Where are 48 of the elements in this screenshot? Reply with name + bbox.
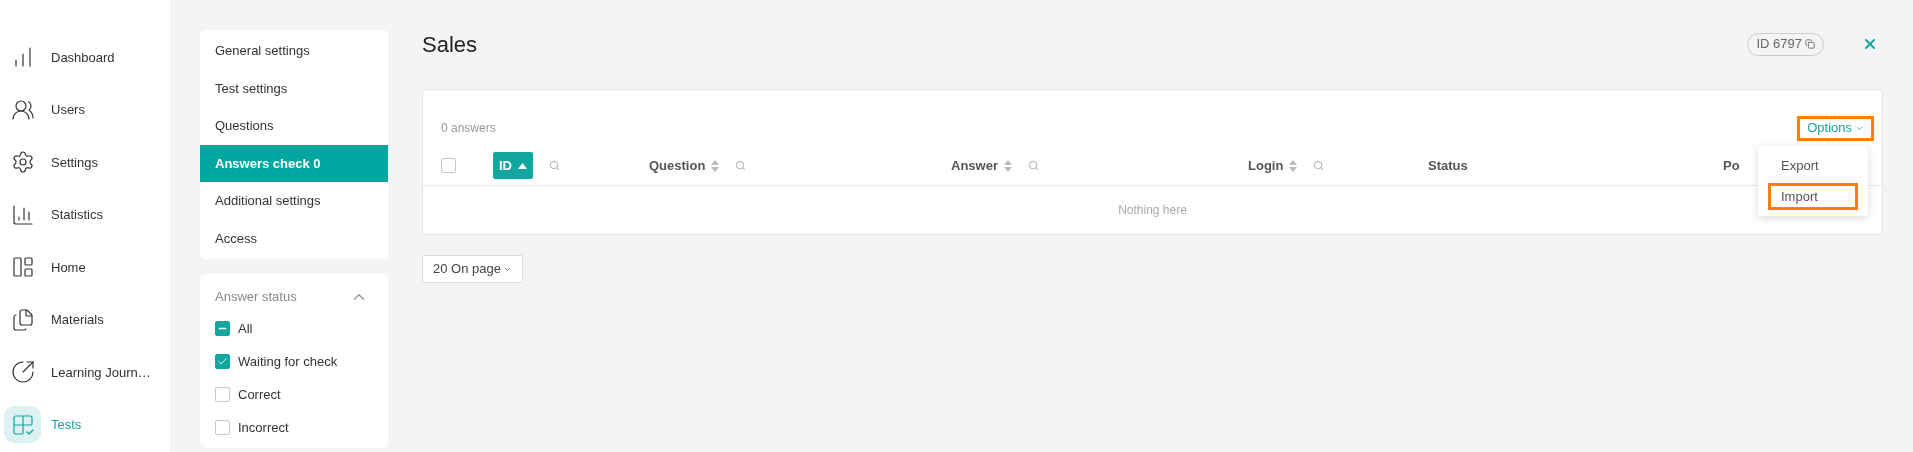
checkbox-label: Waiting for check	[238, 352, 338, 371]
page-title: Sales	[422, 30, 478, 59]
grid-check-icon	[10, 412, 35, 437]
settings-icon	[10, 150, 35, 175]
checkbox-label: Incorrect	[238, 418, 289, 437]
copy-icon	[1805, 39, 1815, 49]
sidebar-item[interactable]: Learning Journ…	[4, 353, 151, 391]
files-icon	[10, 307, 35, 332]
menu-item[interactable]: Export	[1768, 152, 1858, 179]
sidebar-item[interactable]: Users	[4, 91, 85, 129]
sidebar-item[interactable]: Dashboard	[4, 38, 115, 76]
checkbox[interactable]	[441, 158, 456, 173]
answer-count: 0 answers	[441, 120, 496, 137]
search-icon[interactable]	[1027, 160, 1039, 171]
check-icon	[217, 356, 228, 367]
users-icon	[10, 97, 35, 122]
checkbox[interactable]	[215, 420, 230, 435]
checkbox[interactable]	[215, 354, 230, 369]
settings-menu-item[interactable]: Test settings	[200, 69, 388, 107]
sort-icon[interactable]	[711, 159, 720, 172]
layout-icon	[10, 255, 35, 280]
search-icon[interactable]	[549, 160, 560, 171]
sidebar-item[interactable]: Materials	[4, 301, 104, 339]
column-header[interactable]: Po	[1723, 155, 1740, 176]
sidebar-item[interactable]: Statistics	[4, 196, 103, 234]
column-header[interactable]: Login	[1248, 155, 1298, 176]
sidebar-item[interactable]: Home	[4, 248, 86, 286]
settings-menu-item[interactable]: Access	[200, 219, 388, 257]
close-icon[interactable]	[1862, 36, 1878, 52]
page-size-select[interactable]: 20 On page	[422, 255, 523, 283]
search-icon[interactable]	[1313, 160, 1325, 171]
checkbox-label: Correct	[238, 385, 281, 404]
settings-menu-item[interactable]: Questions	[200, 107, 388, 145]
sidebar-item[interactable]: Settings	[4, 143, 98, 181]
sort-icon[interactable]	[1289, 159, 1298, 172]
circle-arrow-icon	[10, 360, 35, 385]
column-header[interactable]: Question	[649, 155, 720, 176]
settings-menu-item[interactable]: Additional settings	[200, 182, 388, 220]
checkbox[interactable]	[215, 387, 230, 402]
empty-message: Nothing here	[1118, 202, 1187, 219]
column-header[interactable]: Answer	[951, 155, 1012, 176]
checkbox-label: All	[238, 319, 253, 338]
settings-menu-item[interactable]: General settings	[200, 32, 388, 70]
menu-item[interactable]: Import	[1768, 183, 1858, 210]
filter-title: Answer status	[215, 288, 297, 307]
column-header[interactable]: Status	[1428, 155, 1468, 176]
sort-icon[interactable]	[1003, 159, 1012, 172]
search-icon[interactable]	[735, 160, 747, 171]
